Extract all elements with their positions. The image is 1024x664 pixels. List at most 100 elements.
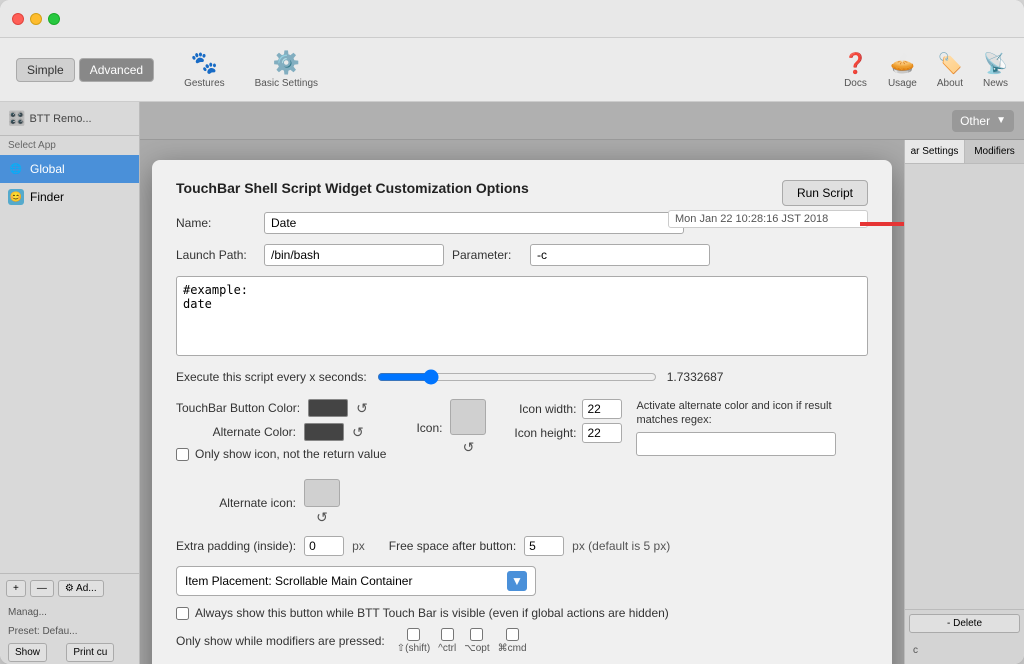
right-panel-content: TouchBar Shell Script Widget Customizati… <box>140 140 1024 664</box>
sidebar: 🎛️ BTT Remo... Select App 🌐 Global 😊 Fin… <box>0 102 140 664</box>
extra-padding-input[interactable] <box>304 536 344 556</box>
other-bar: Other ▼ <box>140 102 1024 140</box>
launch-path-input[interactable] <box>264 244 444 266</box>
modal-overlay: TouchBar Shell Script Widget Customizati… <box>140 140 904 664</box>
icon-width-label: Icon width: <box>506 402 576 416</box>
usage-item[interactable]: 🥧 Usage <box>888 51 917 89</box>
icon-width-row: Icon width: <box>506 399 622 419</box>
modal-title: TouchBar Shell Script Widget Customizati… <box>176 180 868 196</box>
icon-box[interactable] <box>450 399 486 435</box>
icon-height-input[interactable] <box>582 423 622 443</box>
alternate-color-reset-icon[interactable]: ↺ <box>352 424 364 441</box>
icon-dimensions: Icon width: Icon height: <box>506 399 622 443</box>
cmd-checkbox[interactable] <box>506 628 519 641</box>
right-settings-panel: ar Settings Modifiers - Delete c <box>904 140 1024 664</box>
add-button[interactable]: + <box>6 580 26 597</box>
alternate-icon-box[interactable] <box>304 479 340 507</box>
show-button[interactable]: Show <box>8 643 47 662</box>
maximize-button[interactable] <box>48 13 60 25</box>
toolbar: Simple Advanced 🐾 Gestures ⚙️ Basic Sett… <box>0 38 1024 102</box>
preset-label: Preset: Defau... <box>0 622 139 641</box>
touchbar-color-swatch[interactable] <box>308 399 348 417</box>
slider-value: 1.7332687 <box>667 370 724 384</box>
toolbar-tabs: Simple Advanced <box>16 58 154 82</box>
modal: TouchBar Shell Script Widget Customizati… <box>152 160 892 664</box>
regex-input[interactable] <box>636 432 836 456</box>
settings-tabs: ar Settings Modifiers <box>905 140 1024 164</box>
launch-path-row: Launch Path: Parameter: <box>176 244 868 266</box>
question-icon: ❓ <box>843 51 868 76</box>
placement-arrow-icon: ▼ <box>507 571 527 591</box>
basic-settings-label: Basic Settings <box>255 78 318 89</box>
run-script-result: Mon Jan 22 10:28:16 JST 2018 <box>668 210 868 228</box>
modifier-opt: ⌥opt <box>464 628 489 654</box>
icon-width-input[interactable] <box>582 399 622 419</box>
free-space-default: px (default is 5 px) <box>572 539 670 553</box>
pie-icon: 🥧 <box>890 51 915 76</box>
shift-checkbox[interactable] <box>407 628 420 641</box>
docs-item[interactable]: ❓ Docs <box>843 51 868 89</box>
tab-advanced[interactable]: Advanced <box>79 58 154 82</box>
opt-label: ⌥opt <box>464 643 489 654</box>
parameter-input[interactable] <box>530 244 710 266</box>
free-space-label: Free space after button: <box>389 539 516 553</box>
touchbar-color-label: TouchBar Button Color: <box>176 401 300 415</box>
touchbar-color-row: TouchBar Button Color: ↺ <box>176 399 386 417</box>
paw-icon: 🐾 <box>191 50 218 76</box>
delete-button[interactable]: - Delete <box>909 614 1020 633</box>
shift-label: ⇧(shift) <box>397 643 430 654</box>
alternate-icon-refresh[interactable]: ↺ <box>316 509 328 526</box>
only-icon-checkbox[interactable] <box>176 448 189 461</box>
right-panel: Other ▼ TouchBar Shell Script Widget Cus… <box>140 102 1024 664</box>
opt-checkbox[interactable] <box>470 628 483 641</box>
placement-select[interactable]: Item Placement: Scrollable Main Containe… <box>176 566 536 596</box>
free-space-input[interactable] <box>524 536 564 556</box>
print-button[interactable]: Print cu <box>66 643 114 662</box>
touchbar-color-reset-icon[interactable]: ↺ <box>356 400 368 417</box>
always-show-checkbox[interactable] <box>176 607 189 620</box>
dropdown-arrow-icon: ▼ <box>996 115 1006 126</box>
select-app-label: Select App <box>0 136 139 155</box>
name-input[interactable] <box>264 212 684 234</box>
tab-modifiers[interactable]: Modifiers <box>965 140 1024 163</box>
run-script-button[interactable]: Run Script <box>782 180 868 206</box>
sidebar-item-finder[interactable]: 😊 Finder <box>0 183 139 211</box>
modifier-cmd: ⌘cmd <box>498 628 527 654</box>
basic-settings-icon-group[interactable]: ⚙️ Basic Settings <box>255 50 318 89</box>
icon-height-row: Icon height: <box>506 423 622 443</box>
gestures-icon-group[interactable]: 🐾 Gestures <box>184 50 225 89</box>
ctrl-label: ^ctrl <box>438 643 456 654</box>
icon-refresh-icon[interactable]: ↺ <box>463 439 475 456</box>
placement-row: Item Placement: Scrollable Main Containe… <box>176 566 868 596</box>
sidebar-item-global[interactable]: 🌐 Global <box>0 155 139 183</box>
launch-path-label: Launch Path: <box>176 248 256 262</box>
execute-slider[interactable] <box>377 369 657 385</box>
other-dropdown[interactable]: Other ▼ <box>952 110 1014 132</box>
icon-label: Icon: <box>416 421 442 435</box>
ctrl-checkbox[interactable] <box>441 628 454 641</box>
extra-padding-label: Extra padding (inside): <box>176 539 296 553</box>
padding-row: Extra padding (inside): px Free space af… <box>176 536 868 556</box>
alternate-color-swatch[interactable] <box>304 423 344 441</box>
close-button[interactable] <box>12 13 24 25</box>
main-content: 🎛️ BTT Remo... Select App 🌐 Global 😊 Fin… <box>0 102 1024 664</box>
minimize-button[interactable] <box>30 13 42 25</box>
gear-icon: ⚙️ <box>273 50 300 76</box>
sidebar-title: BTT Remo... <box>29 113 91 125</box>
add-action-button[interactable]: ⚙ Ad... <box>58 580 104 597</box>
px-label-1: px <box>352 539 365 553</box>
about-label: About <box>937 78 963 89</box>
remove-button[interactable]: — <box>30 580 54 597</box>
always-show-row: Always show this button while BTT Touch … <box>176 606 868 620</box>
tab-simple[interactable]: Simple <box>16 58 75 82</box>
execute-label: Execute this script every x seconds: <box>176 370 367 384</box>
alternate-icon-label: Alternate icon: <box>176 496 296 510</box>
news-item[interactable]: 📡 News <box>983 51 1008 89</box>
only-icon-label: Only show icon, not the return value <box>195 447 386 461</box>
settings-bottom-actions: - Delete <box>905 609 1024 637</box>
tab-bar-settings[interactable]: ar Settings <box>905 140 965 163</box>
docs-label: Docs <box>844 78 867 89</box>
activate-label: Activate alternate color and icon if res… <box>636 399 836 428</box>
script-textarea[interactable]: #example: date <box>176 276 868 356</box>
about-item[interactable]: 🏷️ About <box>937 51 963 89</box>
